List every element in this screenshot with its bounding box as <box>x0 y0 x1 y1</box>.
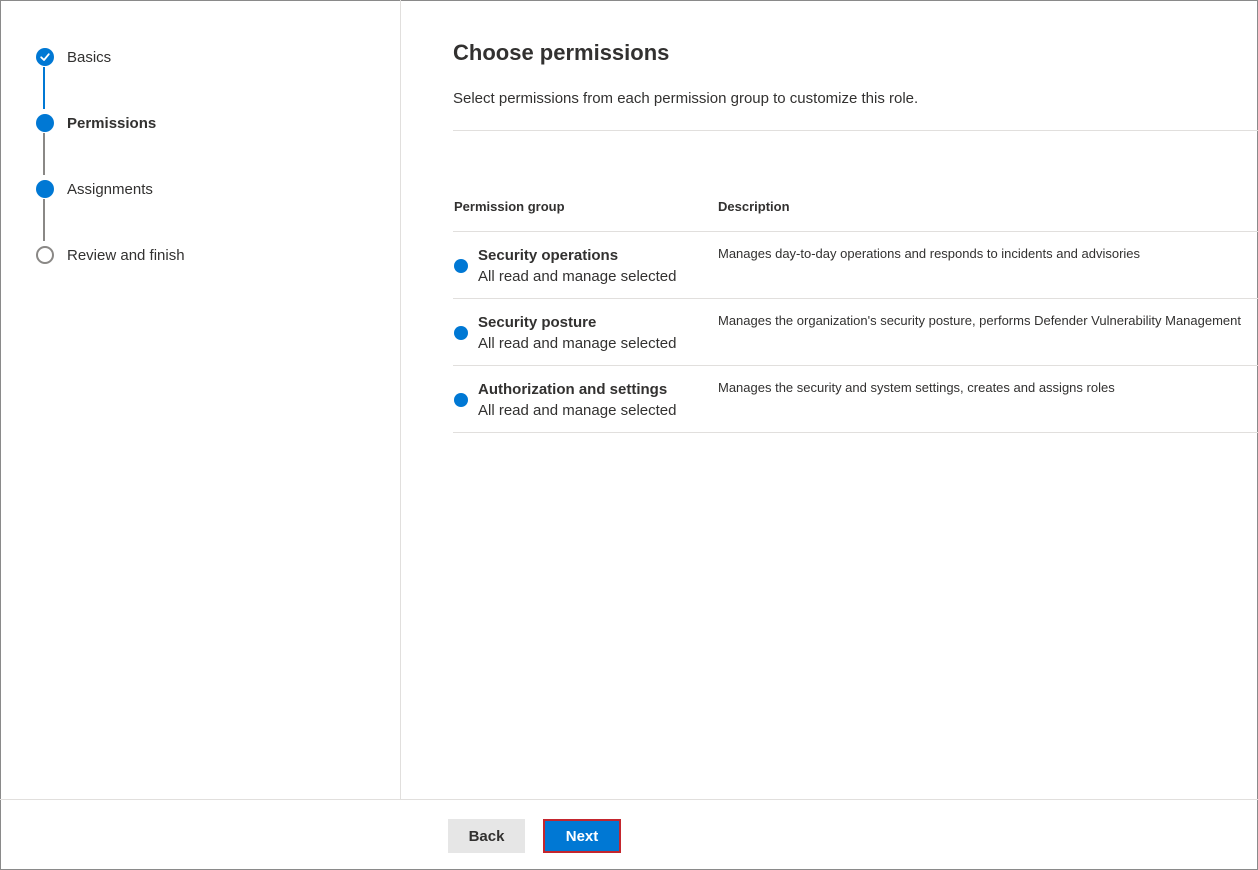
step-connector <box>43 67 45 109</box>
page-subtitle: Select permissions from each permission … <box>453 90 919 107</box>
permission-group-status: All read and manage selected <box>478 335 677 352</box>
step-basics[interactable]: Basics <box>36 47 111 67</box>
wizard-stepper: Basics Permissions Assignments Review an… <box>0 0 401 799</box>
step-review-and-finish[interactable]: Review and finish <box>36 245 185 265</box>
permissions-table: Permission group Description Security op… <box>453 190 1258 433</box>
next-button[interactable]: Next <box>543 819 621 853</box>
step-permissions[interactable]: Permissions <box>36 113 156 133</box>
status-dot-icon <box>454 393 468 407</box>
permission-group-name[interactable]: Security posture <box>478 314 596 331</box>
permission-group-description: Manages the security and system settings… <box>718 380 1115 395</box>
step-connector <box>43 199 45 241</box>
table-header: Permission group Description <box>453 190 1258 232</box>
step-connector <box>43 133 45 175</box>
table-row[interactable]: Security posture All read and manage sel… <box>453 299 1258 366</box>
step-assignments[interactable]: Assignments <box>36 179 153 199</box>
step-current-icon <box>36 114 54 132</box>
step-label: Review and finish <box>67 246 185 264</box>
permission-group-name[interactable]: Authorization and settings <box>478 381 667 398</box>
wizard-footer: Back Next <box>0 799 1258 870</box>
step-empty-icon <box>36 246 54 264</box>
permission-group-name[interactable]: Security operations <box>478 247 618 264</box>
step-label: Assignments <box>67 180 153 198</box>
checkmark-icon <box>36 48 54 66</box>
step-label: Basics <box>67 48 112 66</box>
permission-group-description: Manages day-to-day operations and respon… <box>718 246 1141 261</box>
status-dot-icon <box>454 259 468 273</box>
page-title: Choose permissions <box>453 40 670 65</box>
table-row[interactable]: Security operations All read and manage … <box>453 232 1258 299</box>
main-content: Choose permissions Select permissions fr… <box>453 0 1258 799</box>
status-dot-icon <box>454 326 468 340</box>
table-row[interactable]: Authorization and settings All read and … <box>453 366 1258 433</box>
permission-group-status: All read and manage selected <box>478 402 677 419</box>
step-label: Permissions <box>67 114 157 132</box>
column-header-description[interactable]: Description <box>718 199 790 214</box>
permission-group-description: Manages the organization's security post… <box>718 313 1241 328</box>
divider <box>453 130 1258 131</box>
back-button[interactable]: Back <box>448 819 525 853</box>
column-header-permission-group[interactable]: Permission group <box>454 199 565 214</box>
step-dot-icon <box>36 180 54 198</box>
permission-group-status: All read and manage selected <box>478 268 677 285</box>
